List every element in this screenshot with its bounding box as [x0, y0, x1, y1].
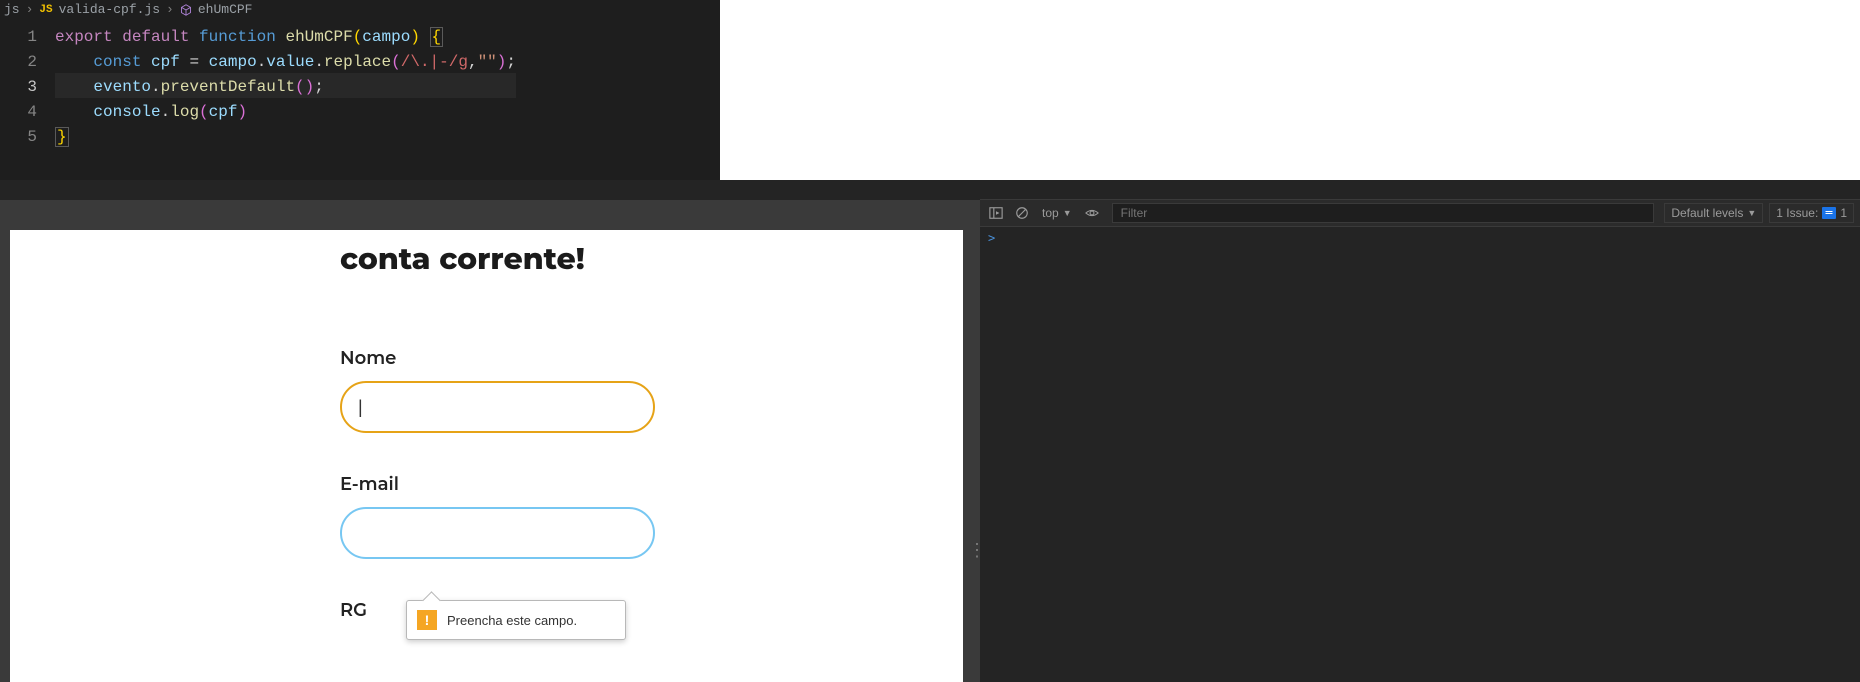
symbol-cube-icon: [180, 4, 192, 16]
devtools-panel: top ▼ Default levels ▼ 1 Issue: 1 >: [980, 180, 1860, 682]
console-toolbar: top ▼ Default levels ▼ 1 Issue: 1: [980, 200, 1860, 227]
warning-icon: !: [417, 610, 437, 630]
code-line[interactable]: export default function ehUmCPF(campo) {: [55, 23, 516, 48]
breadcrumb-folder[interactable]: js: [4, 2, 20, 17]
log-levels-dropdown[interactable]: Default levels ▼: [1664, 203, 1763, 223]
js-icon: JS: [39, 4, 52, 16]
eye-icon[interactable]: [1082, 203, 1102, 223]
sidebar-toggle-icon[interactable]: [986, 203, 1006, 223]
nome-field[interactable]: [340, 381, 655, 433]
console-body[interactable]: >: [980, 227, 1860, 249]
devtools-tabs[interactable]: [980, 180, 1860, 200]
issues-button[interactable]: 1 Issue: 1: [1769, 203, 1854, 223]
code-area[interactable]: 1 2 3 4 5 export default function ehUmCP…: [0, 19, 720, 148]
code-line[interactable]: evento.preventDefault();: [55, 73, 516, 98]
line-gutter: 1 2 3 4 5: [0, 19, 55, 148]
chevron-right-icon: ›: [26, 2, 34, 17]
context-label: top: [1042, 206, 1059, 220]
line-number: 4: [0, 98, 55, 123]
line-number: 2: [0, 48, 55, 73]
code-line[interactable]: }: [55, 123, 516, 148]
breadcrumb[interactable]: js › JS valida-cpf.js › ehUmCPF: [0, 0, 720, 19]
chevron-down-icon: ▼: [1063, 208, 1072, 218]
line-number: 3: [0, 73, 55, 98]
label-nome: Nome: [340, 347, 655, 369]
issues-label: 1 Issue:: [1776, 206, 1818, 220]
email-field[interactable]: [340, 507, 655, 559]
line-number: 5: [0, 123, 55, 148]
code-line[interactable]: console.log(cpf): [55, 98, 516, 123]
validation-tooltip: ! Preencha este campo.: [406, 600, 626, 640]
code-line[interactable]: const cpf = campo.value.replace(/\.|-/g,…: [55, 48, 516, 73]
label-email: E-mail: [340, 473, 655, 495]
tooltip-text: Preencha este campo.: [447, 613, 577, 628]
chevron-right-icon: ›: [166, 2, 174, 17]
page-preview-frame: conta corrente! Nome E-mail RG ! Preench…: [0, 200, 980, 682]
page-title: conta corrente!: [340, 240, 655, 277]
line-number: 1: [0, 23, 55, 48]
issues-count: 1: [1840, 206, 1847, 220]
breadcrumb-symbol[interactable]: ehUmCPF: [198, 2, 253, 17]
filter-input[interactable]: [1112, 203, 1655, 223]
clear-console-icon[interactable]: [1012, 203, 1032, 223]
code-editor: js › JS valida-cpf.js › ehUmCPF 1 2 3 4 …: [0, 0, 720, 180]
chevron-down-icon: ▼: [1747, 208, 1756, 218]
levels-label: Default levels: [1671, 206, 1743, 220]
console-prompt[interactable]: >: [988, 231, 995, 245]
context-dropdown[interactable]: top ▼: [1038, 206, 1076, 220]
code-lines[interactable]: export default function ehUmCPF(campo) {…: [55, 19, 516, 148]
issue-badge-icon: [1822, 207, 1836, 219]
breadcrumb-file[interactable]: valida-cpf.js: [59, 2, 160, 17]
